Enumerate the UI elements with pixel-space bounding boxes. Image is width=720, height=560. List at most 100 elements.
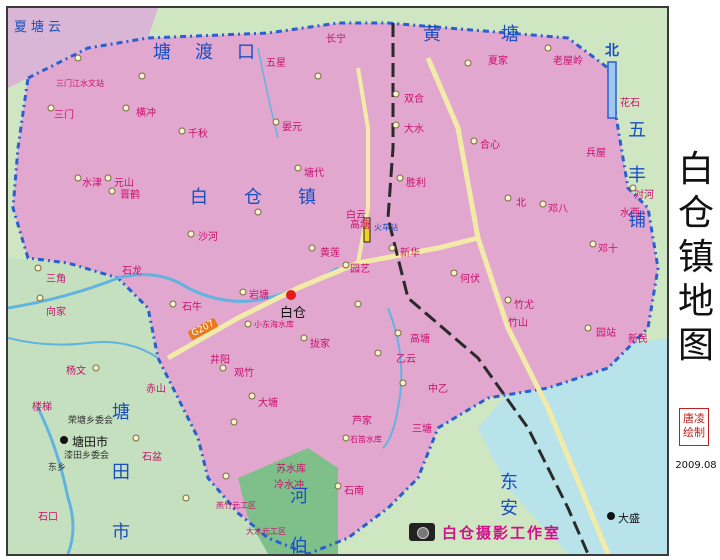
village-label: 石龙 [122,266,142,277]
village-label: 大水元工区 [246,527,286,536]
village-label: 石牛 [182,302,202,313]
village-label: 大水 [404,124,424,135]
village-label: 岩塘 [249,290,269,301]
region-char: 市 [112,522,130,543]
village-label: 园站 [596,328,616,339]
village-label: 胜利 [406,178,426,189]
village-label: 燕竹元工区 [216,501,256,510]
village-label: 高塘 [410,334,430,345]
village-label: 高塘 [350,220,370,231]
region-char: 东 [500,472,598,493]
town-name-char: 仓 [244,187,298,208]
region-char: 塘 [31,20,49,35]
village-label: 五星 [266,58,286,69]
baicang-town-marker [286,290,296,300]
map-figure: 白仓镇 黄塘 塘渡口 夏塘云 五丰铺 塘田市 河伯 东安 白仓 塘田市 大盛 北… [0,0,720,560]
map-panel: 白仓镇 黄塘 塘渡口 夏塘云 五丰铺 塘田市 河伯 东安 白仓 塘田市 大盛 北… [6,6,669,556]
village-label: 石盆 [142,452,162,463]
seal-line: 唐凌 [683,412,705,425]
region-char: 五 [628,120,646,141]
village-label: 乙云 [396,354,416,365]
village-label: 千秋 [188,129,208,140]
village-label: 楼梯 [32,402,52,413]
village-label: 花石 [620,98,640,109]
village-label: 晏元 [282,122,302,133]
village-label: 赤山 [146,384,166,395]
title-char: 地 [677,281,714,322]
village-label: 三角 [46,274,66,285]
village-label: 芦家 [352,416,372,427]
village-label: 新华 [400,248,420,259]
area-label: 东乡 [48,463,67,473]
village-label: 竹尤 [514,300,534,311]
village-label: 老屋岭 [553,56,583,67]
village-label: 石口 [38,512,58,523]
camera-icon [409,523,435,541]
village-label: 合心 [480,140,500,151]
village-label: 兵屋 [586,148,606,159]
region-label-huangtang: 黄塘 [423,20,579,46]
area-label: 荣塘乡委会 [68,416,114,426]
region-char: 云 [48,20,66,35]
region-char: 塘 [112,402,130,423]
map-title: 白 仓 镇 地 图 [674,148,718,368]
village-label: 三门江水文站 [56,79,104,88]
village-label: 晋鹤 [120,190,140,201]
village-label: 向家 [46,307,66,318]
town-name-char: 白 [190,187,244,208]
village-label: 园艺 [350,264,370,275]
village-label: 对河 [634,190,654,201]
village-label: 井阳 [210,355,230,366]
tangtian-marker [60,436,68,444]
region-label-dongan: 东安 [500,468,667,520]
village-label: 石南 [344,486,364,497]
seal-line: 绘制 [683,426,705,439]
village-label: 邓十 [598,244,618,255]
region-char: 渡 [195,42,237,63]
station-label: 火车站 [374,223,398,232]
region-label-tangtianshi: 塘田市 [112,383,132,554]
area-label: 漆田乡委会 [64,451,110,461]
village-label: 竹山 [508,318,528,329]
village-label: 水津 [82,178,102,189]
village-label: 黄莲 [320,248,340,259]
region-char: 黄 [423,24,501,45]
region-label-tangdukou: 塘渡口 [153,38,279,64]
title-char: 图 [677,325,714,366]
village-label: 冷水冲 [274,480,304,491]
village-label: 横冲 [136,108,156,119]
village-label: 大塘 [258,398,278,409]
title-char: 镇 [677,237,714,278]
village-label: 沙河 [198,232,218,243]
village-label: 观竹 [234,368,254,379]
region-char: 田 [112,462,130,483]
title-char: 白 [677,149,714,190]
region-char: 塘 [501,24,579,45]
north-label: 北 [605,43,619,59]
region-label-xiatang: 夏塘云 [14,16,65,35]
place-dasheng: 大盛 [618,512,640,525]
village-label: 水西 [620,208,640,219]
region-label-wufengpu: 五丰铺 [628,108,648,243]
village-label: 夏家 [488,56,508,67]
village-label: 小东海水库 [254,320,294,329]
village-label: 杨文 [66,366,86,377]
region-char: 塘 [153,42,195,63]
village-label: 三塘 [412,424,432,435]
village-label: 塘代 [304,168,324,179]
town-name-char: 镇 [298,187,352,208]
map-date: 2009.08 [675,460,717,471]
village-label: 何伏 [460,274,480,285]
north-arrow [607,61,617,119]
region-char: 安 [500,498,598,519]
village-label: 双合 [404,94,424,105]
studio-credit: 白仓摄影工作室 [442,524,562,542]
village-label: 苏水库 [276,464,306,475]
village-label: 三门 [54,110,74,121]
village-label: 长宁 [326,34,346,45]
village-label: 邓八 [548,204,568,215]
village-label: 拢家 [310,339,330,350]
village-label: 石笛水库 [350,435,382,444]
village-label: 北 [516,198,526,209]
region-char: 夏 [14,20,32,35]
